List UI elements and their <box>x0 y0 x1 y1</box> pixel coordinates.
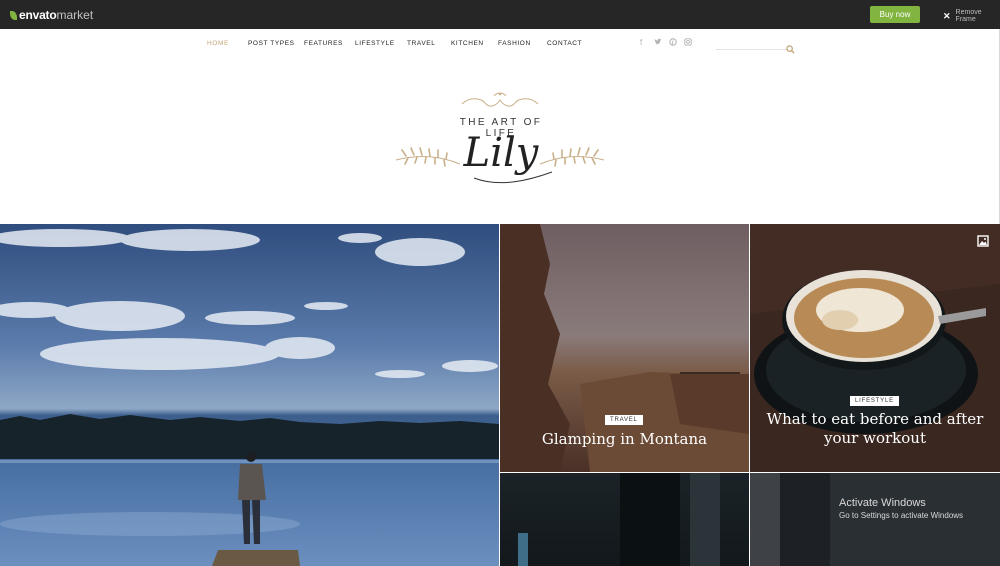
pinterest-icon[interactable] <box>669 38 677 48</box>
nav-item-fashion[interactable]: FASHION <box>498 40 531 47</box>
twitter-icon[interactable] <box>654 38 662 48</box>
nav-item-contact[interactable]: CONTACT <box>547 40 582 47</box>
buy-now-button[interactable]: Buy now <box>870 6 920 23</box>
envato-market-text: market <box>56 8 94 22</box>
nav-item-lifestyle[interactable]: LIFESTYLE <box>355 40 395 47</box>
envato-leaf-icon <box>10 10 17 20</box>
activate-windows-subtitle: Go to Settings to activate Windows <box>839 511 964 520</box>
envato-market-logo[interactable]: envato market <box>10 8 93 22</box>
envato-brand: envato <box>19 8 57 22</box>
search-icon[interactable] <box>786 41 796 54</box>
post-tile-lake[interactable] <box>0 224 499 566</box>
envato-top-bar: envato market Buy now ✕ Remove Frame <box>0 0 1000 29</box>
activate-windows-title: Activate Windows <box>839 497 926 509</box>
nav-item-features[interactable]: FEATURES <box>304 40 343 47</box>
category-badge-lifestyle[interactable]: LIFESTYLE <box>850 396 899 406</box>
image-format-icon <box>977 234 989 247</box>
instagram-icon[interactable] <box>684 38 692 48</box>
remove-frame-button[interactable]: ✕ Remove Frame <box>943 9 1000 23</box>
search-input[interactable] <box>716 49 786 50</box>
post-tile-coffee[interactable]: LIFESTYLE What to eat before and after y… <box>750 224 1000 472</box>
lake-photo <box>0 229 499 566</box>
logo-wordmark: Lily <box>463 130 539 176</box>
facebook-icon[interactable]: f <box>640 38 642 47</box>
activate-windows-watermark: Activate Windows Go to Settings to activ… <box>839 497 963 520</box>
city-photo-left <box>518 473 720 566</box>
remove-frame-label: Remove Frame <box>955 9 982 23</box>
close-icon: ✕ <box>943 10 951 21</box>
main-navigation: HOME POST TYPES FEATURES LIFESTYLE TRAVE… <box>0 38 1000 52</box>
nav-item-kitchen[interactable]: KITCHEN <box>451 40 484 47</box>
nav-item-post-types[interactable]: POST TYPES <box>248 40 295 47</box>
nav-item-home[interactable]: HOME <box>207 40 229 47</box>
post-tile-montana[interactable]: TRAVEL Glamping in Montana <box>500 224 749 472</box>
category-badge-travel[interactable]: TRAVEL <box>605 415 643 425</box>
post-title-montana[interactable]: Glamping in Montana <box>520 430 729 449</box>
post-tile-city-left[interactable] <box>500 473 749 566</box>
nav-item-travel[interactable]: TRAVEL <box>407 40 435 47</box>
post-title-coffee[interactable]: What to eat before and after your workou… <box>760 410 990 448</box>
